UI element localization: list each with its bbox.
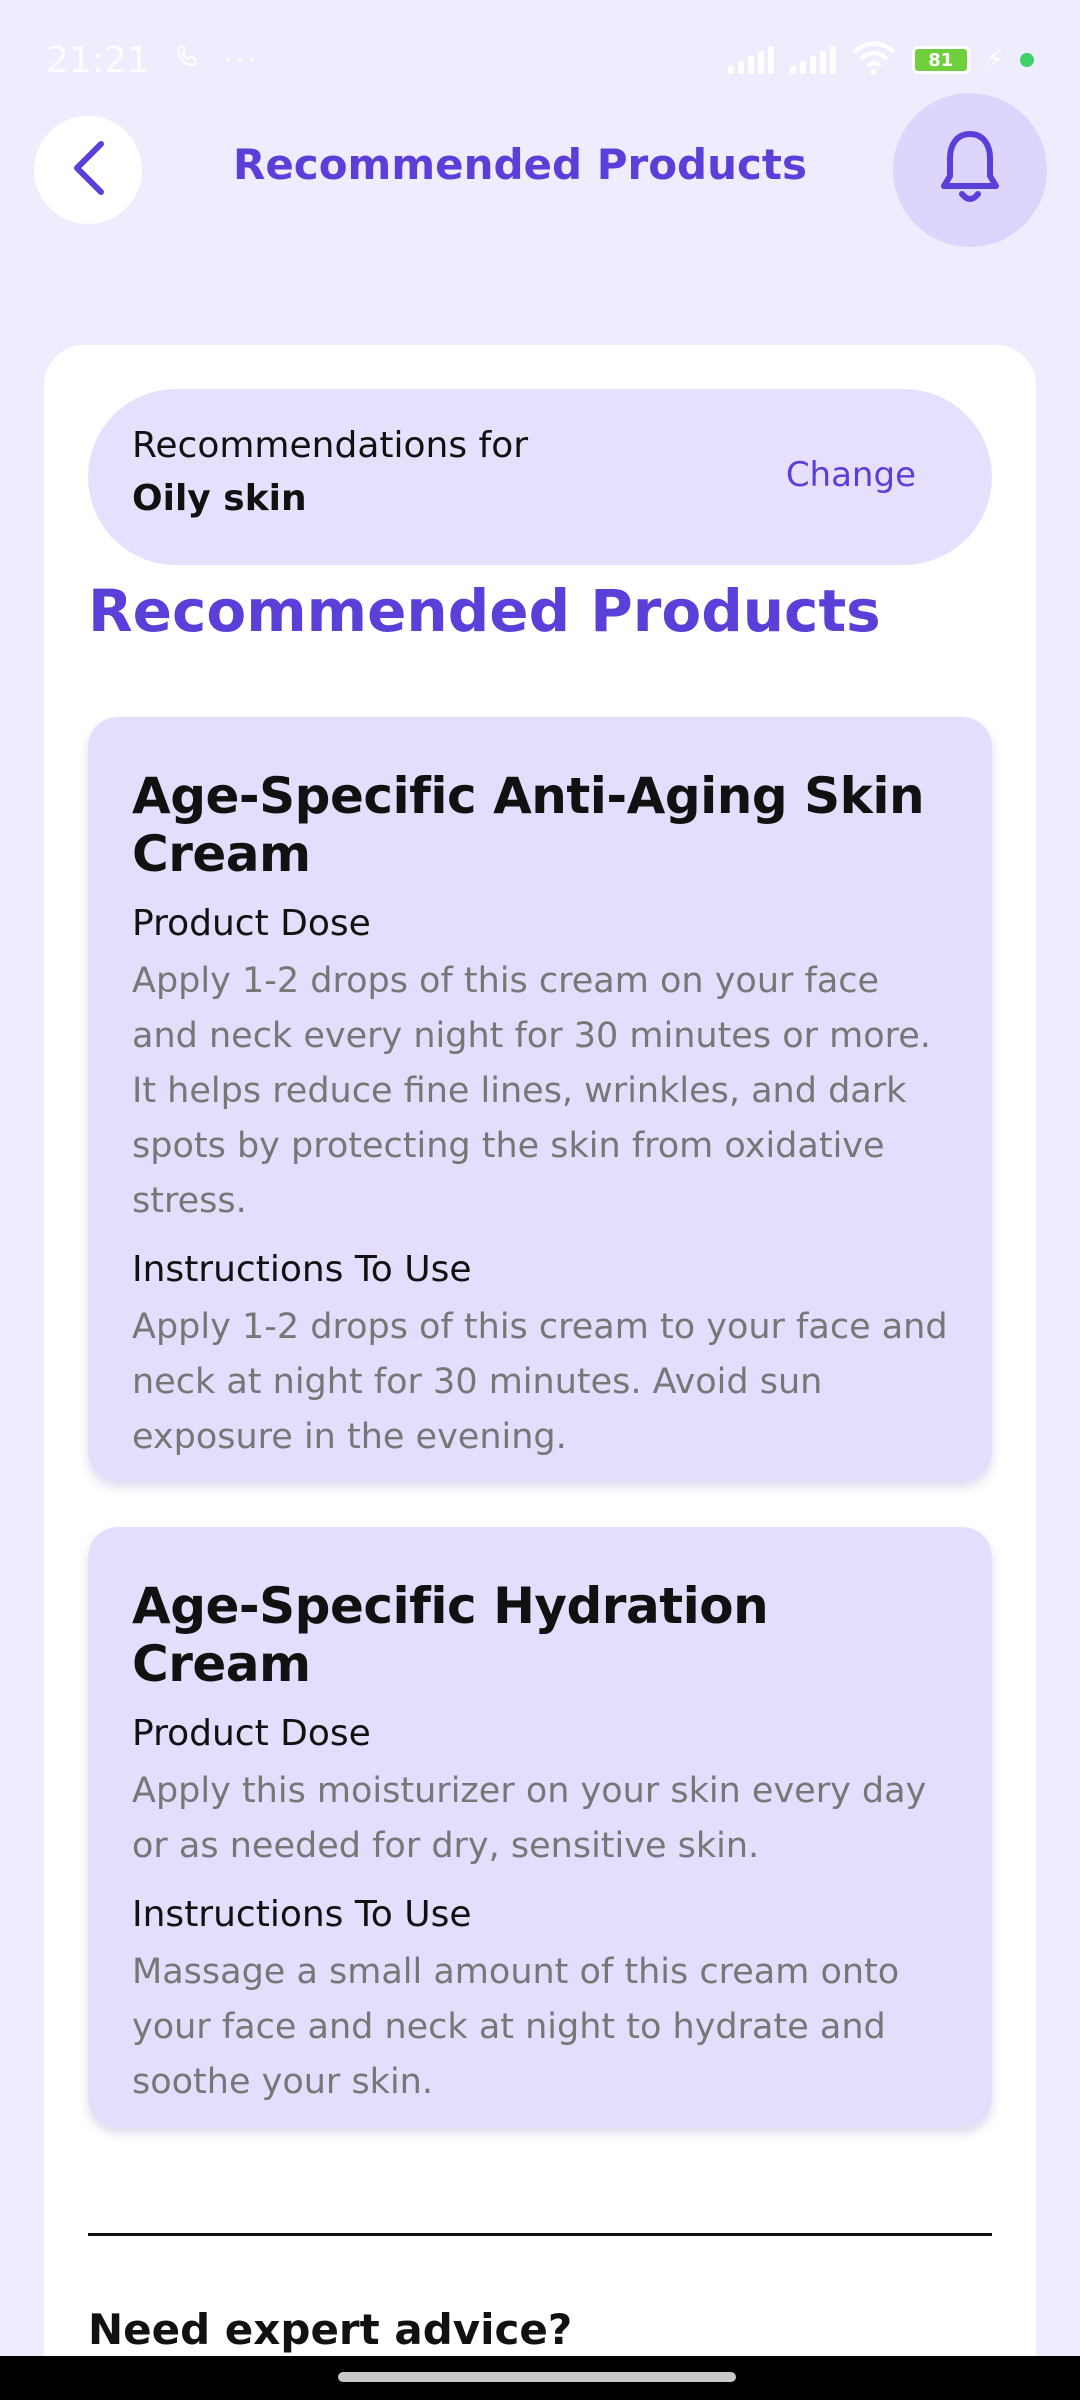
status-bar: 21:21 ··· 81 ⚡ <box>0 0 1080 120</box>
section-title: Recommended Products <box>88 577 881 645</box>
wifi-icon <box>852 41 896 79</box>
product-card[interactable]: Age-Specific Hydration Cream Product Dos… <box>88 1527 992 2127</box>
back-button[interactable] <box>34 116 142 224</box>
home-indicator[interactable] <box>338 2372 736 2382</box>
signal-icon <box>727 46 774 74</box>
instructions-text: Massage a small amount of this cream ont… <box>132 1952 900 2102</box>
phone-icon <box>172 43 202 77</box>
change-button[interactable]: Change <box>786 455 916 495</box>
product-dose-label: Product Dose <box>132 1713 371 1754</box>
recommendation-pill: Recommendations for Oily skin Change <box>88 389 992 565</box>
battery-icon: 81 <box>911 46 970 74</box>
chevron-left-icon <box>63 138 113 202</box>
signal-icon-2 <box>789 46 836 74</box>
status-time: 21:21 <box>46 39 150 81</box>
product-dose-label: Product Dose <box>132 903 371 944</box>
product-dose-text: Apply this moisturizer on your skin ever… <box>132 1771 927 1866</box>
instructions-label: Instructions To Use <box>132 1894 472 1935</box>
product-card[interactable]: Age-Specific Anti-Aging Skin Cream Produ… <box>88 717 992 1481</box>
status-dot <box>1020 53 1034 67</box>
more-icon: ··· <box>223 42 259 78</box>
charging-icon: ⚡ <box>985 45 1004 75</box>
page-title: Recommended Products <box>232 140 807 189</box>
product-name: Age-Specific Hydration Cream <box>132 1577 769 1693</box>
main-card: Recommendations for Oily skin Change Rec… <box>44 345 1036 2400</box>
instructions-text: Apply 1-2 drops of this cream to your fa… <box>132 1307 948 1457</box>
product-dose-text: Apply 1-2 drops of this cream on your fa… <box>132 961 931 1221</box>
expert-advice-heading: Need expert advice? <box>88 2305 573 2354</box>
bell-icon <box>936 128 1004 212</box>
notifications-button[interactable] <box>893 93 1047 247</box>
product-name: Age-Specific Anti-Aging Skin Cream <box>132 767 925 883</box>
divider <box>88 2233 992 2236</box>
instructions-label: Instructions To Use <box>132 1249 472 1290</box>
